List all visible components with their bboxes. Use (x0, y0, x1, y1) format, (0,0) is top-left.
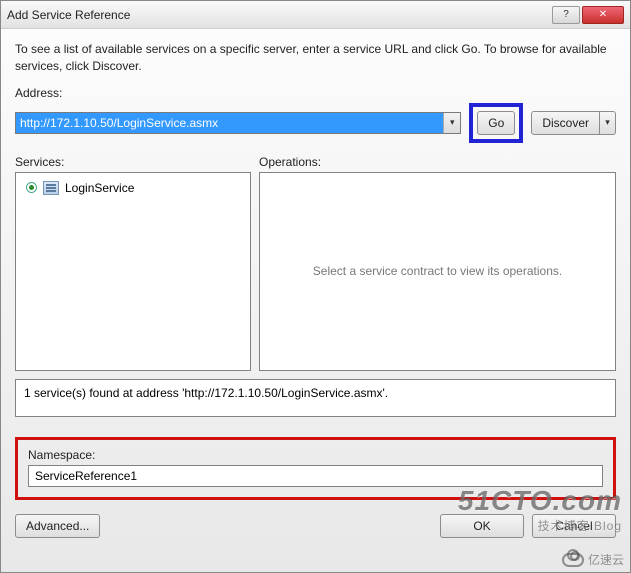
window-title: Add Service Reference (7, 8, 552, 22)
namespace-label: Namespace: (28, 448, 603, 462)
window-buttons: ? ✕ (552, 6, 624, 24)
address-input[interactable] (16, 113, 443, 133)
namespace-input[interactable] (28, 465, 603, 487)
services-label: Services: (15, 155, 251, 169)
footer: Advanced... OK Cancel (15, 514, 616, 538)
go-button[interactable]: Go (477, 111, 515, 135)
address-row: ▾ Go Discover ▾ (15, 103, 616, 143)
titlebar: Add Service Reference ? ✕ (1, 1, 630, 29)
chevron-down-icon: ▾ (450, 117, 455, 128)
go-button-highlight: Go (469, 103, 523, 143)
intro-text: To see a list of available services on a… (15, 41, 616, 76)
ok-button[interactable]: OK (440, 514, 524, 538)
operations-placeholder: Select a service contract to view its op… (266, 179, 609, 364)
help-button[interactable]: ? (552, 6, 580, 24)
services-column: Services: LoginService (15, 155, 251, 371)
discover-button[interactable]: Discover (531, 111, 600, 135)
operations-label: Operations: (259, 155, 616, 169)
discover-dropdown-toggle[interactable]: ▾ (600, 111, 616, 135)
status-text: 1 service(s) found at address 'http://17… (24, 386, 388, 400)
services-list[interactable]: LoginService (15, 172, 251, 371)
dialog-content: To see a list of available services on a… (1, 29, 630, 572)
status-box: 1 service(s) found at address 'http://17… (15, 379, 616, 417)
webservice-icon (43, 181, 59, 195)
operations-list[interactable]: Select a service contract to view its op… (259, 172, 616, 371)
cancel-button[interactable]: Cancel (532, 514, 616, 538)
close-button[interactable]: ✕ (582, 6, 624, 24)
namespace-highlight: Namespace: (15, 437, 616, 500)
chevron-down-icon: ▾ (605, 117, 610, 128)
service-item[interactable]: LoginService (22, 179, 244, 197)
address-dropdown-toggle[interactable]: ▾ (443, 113, 460, 133)
service-name: LoginService (65, 181, 134, 195)
address-label: Address: (15, 86, 616, 100)
discover-split-button: Discover ▾ (531, 111, 616, 135)
advanced-button[interactable]: Advanced... (15, 514, 100, 538)
dialog-window: Add Service Reference ? ✕ To see a list … (0, 0, 631, 573)
radio-selected-icon (26, 182, 37, 193)
operations-column: Operations: Select a service contract to… (259, 155, 616, 371)
panels-row: Services: LoginService Operations: Selec… (15, 155, 616, 371)
address-combobox[interactable]: ▾ (15, 112, 461, 134)
